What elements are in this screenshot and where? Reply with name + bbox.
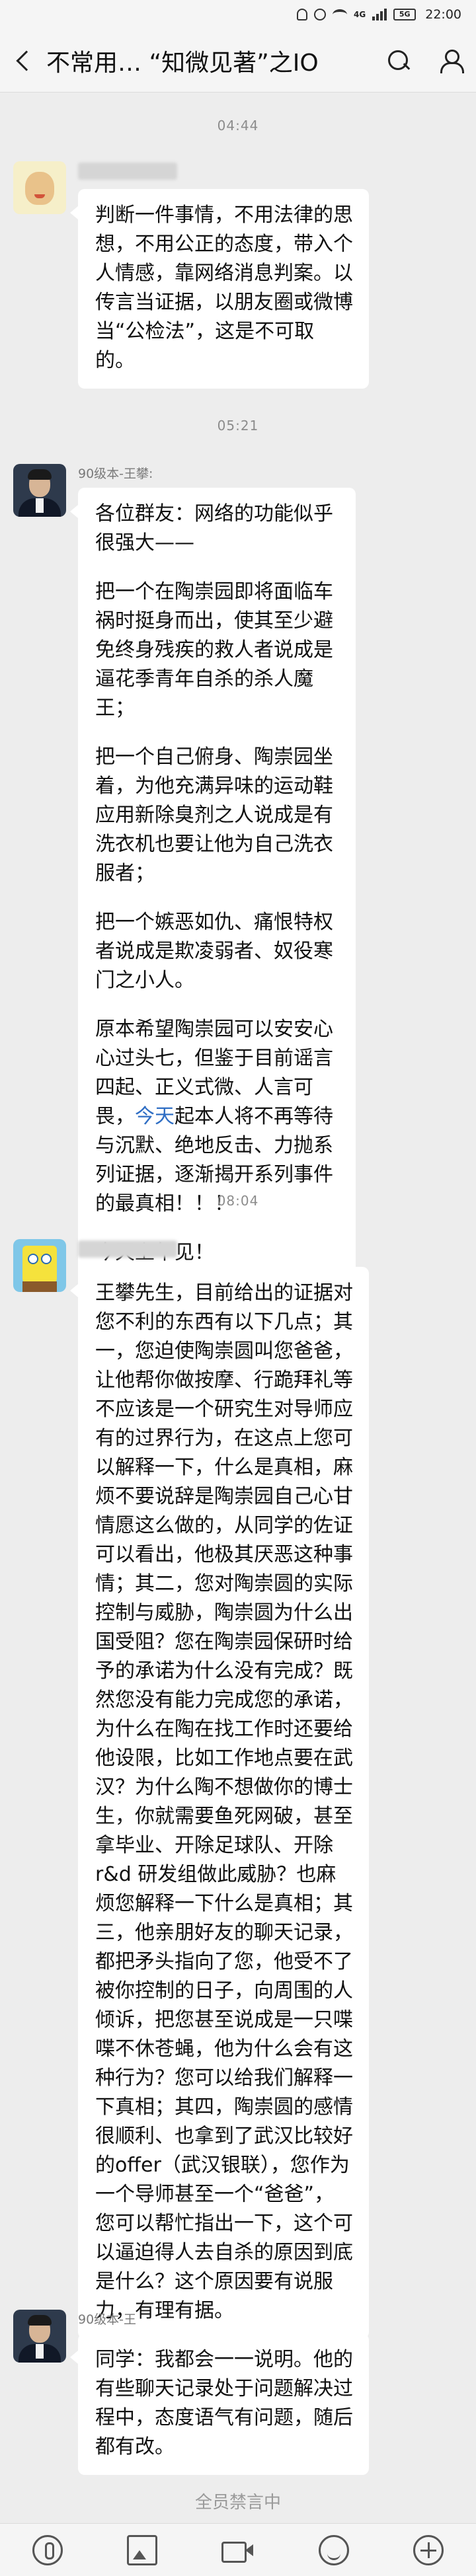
status-bar: 4G 5G 22:00 [0, 0, 476, 29]
group-members-button[interactable] [424, 29, 476, 93]
person-icon [439, 49, 464, 73]
plus-icon[interactable] [413, 2534, 444, 2565]
message-bubble[interactable]: 判断一件事情，不用法律的思想，不用公正的态度，带入个人情感，靠网络消息判案。以传… [70, 189, 369, 389]
message-paragraph: 把一个自己俯身、陶崇园坐着，为他充满异味的运动鞋应用新除臭剂之人说成是有洗衣机也… [95, 745, 333, 885]
message-paragraph: 把一个嫉恶如仇、痛恨特权者说成是欺凌弱者、奴役寒门之小人。 [95, 911, 333, 992]
message-row: 90级本-王攀: 各位群友：网络的功能似乎很强大—— 把一个在陶崇园即将面临车祸… [0, 464, 476, 1281]
network-type-label: 4G [354, 10, 366, 19]
sender-name: 90级本-王 [78, 2312, 137, 2327]
microphone-icon[interactable] [32, 2534, 63, 2565]
chevron-left-icon [16, 50, 37, 71]
date-link[interactable]: 今天 [135, 1105, 175, 1128]
message-paragraph: 把一个在陶崇园即将面临车祸时挺身而出，使其至少避免终身残疾的救人者说成是逼花季青… [95, 580, 333, 720]
video-icon[interactable] [221, 2535, 255, 2565]
mute-notice: 全员禁言中 [194, 2493, 281, 2513]
message-row: 90级本-王 同学：我都会一一说明。他的有些聊天记录处于问题解决过程中，态度语气… [0, 2310, 476, 2481]
message-text: 同学：我都会一一说明。他的有些聊天记录处于问题解决过程中，态度语气有问题，随后都… [95, 2348, 353, 2458]
timestamp: 05:21 [217, 418, 259, 434]
wifi-icon [333, 9, 348, 20]
timestamp: 04:44 [217, 118, 259, 133]
message-row: 王攀先生，目前给出的证据对您不利的东西有以下几点；其一，您迫使陶崇圆叫您爸爸，让… [0, 1239, 476, 2339]
signal-icon [372, 9, 387, 20]
avatar[interactable] [13, 161, 66, 214]
message-row: 判断一件事情，不用法律的思想，不用公正的态度，带入个人情感，靠网络消息判案。以传… [0, 161, 476, 389]
message-bubble[interactable]: 同学：我都会一一说明。他的有些聊天记录处于问题解决过程中，态度语气有问题，随后都… [70, 2333, 369, 2475]
sender-name: 90级本-王攀: [78, 467, 153, 481]
sender-name-redacted [78, 1240, 177, 1258]
timestamp: 08:04 [217, 1193, 259, 1209]
message-paragraph: 原本希望陶崇园可以安安心心过头七，但鉴于目前谣言四起、正义式微、人言可畏，今天起… [95, 1015, 340, 1219]
message-text: 王攀先生，目前给出的证据对您不利的东西有以下几点；其一，您迫使陶崇圆叫您爸爸，让… [95, 1281, 353, 2322]
emoji-icon[interactable] [319, 2534, 350, 2565]
status-icons: 4G 5G [297, 9, 416, 20]
image-icon[interactable] [126, 2534, 157, 2565]
search-button[interactable] [373, 29, 424, 93]
search-icon [388, 50, 409, 71]
sender-name-redacted [78, 163, 177, 180]
back-button[interactable] [0, 29, 46, 93]
message-text: 判断一件事情，不用法律的思想，不用公正的态度，带入个人情感，靠网络消息判案。以传… [95, 204, 353, 372]
input-toolbar [0, 2523, 476, 2576]
message-bubble[interactable]: 各位群友：网络的功能似乎很强大—— 把一个在陶崇园即将面临车祸时挺身而出，使其至… [70, 488, 356, 1281]
avatar[interactable] [13, 2310, 66, 2363]
clock: 22:00 [425, 7, 461, 22]
message-bubble[interactable]: 王攀先生，目前给出的证据对您不利的东西有以下几点；其一，您迫使陶崇圆叫您爸爸，让… [70, 1267, 369, 2339]
bell-icon [297, 9, 308, 20]
avatar[interactable] [13, 464, 66, 517]
alarm-icon [314, 9, 327, 20]
nav-bar: 不常用… “知微见著”之IO [0, 29, 476, 93]
avatar[interactable] [13, 1239, 66, 1292]
battery-icon: 5G [393, 9, 416, 20]
chat-title: 不常用… “知微见著”之IO [46, 49, 319, 77]
message-paragraph: 各位群友：网络的功能似乎很强大—— [95, 502, 333, 554]
